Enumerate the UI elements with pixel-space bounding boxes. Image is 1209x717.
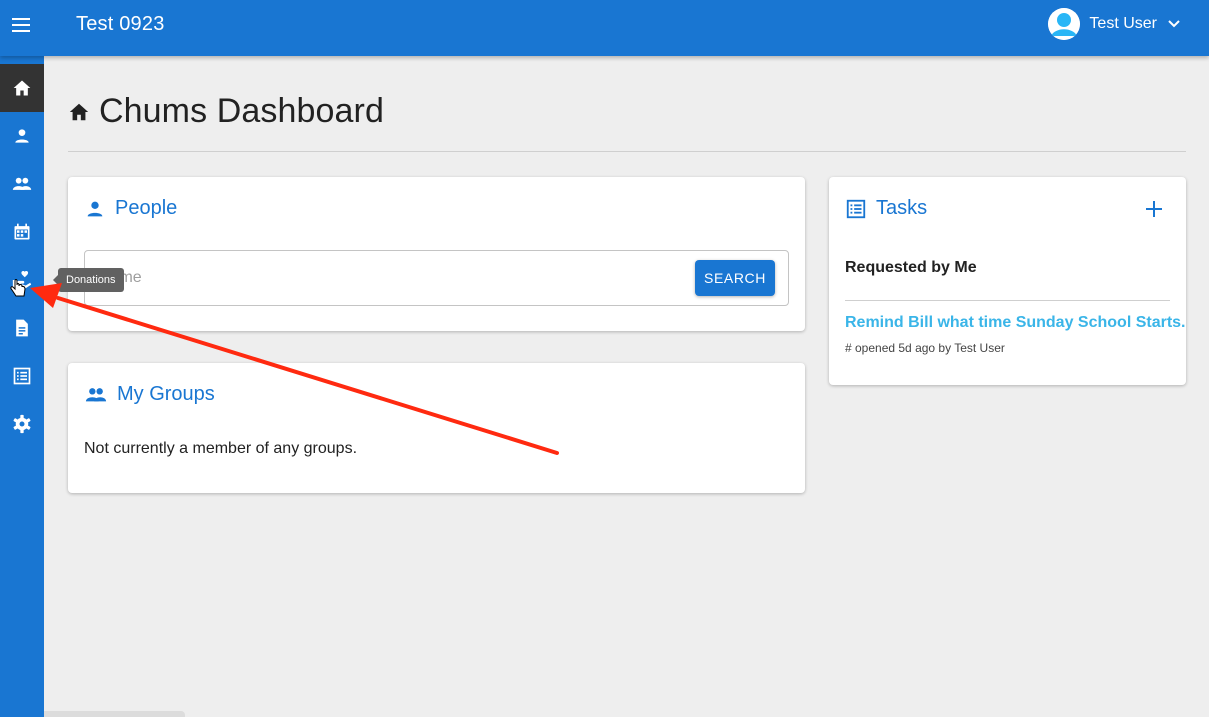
groups-icon (12, 177, 32, 190)
people-card: People SEARCH (68, 177, 805, 331)
home-icon (13, 80, 31, 96)
people-search-input[interactable] (99, 251, 689, 305)
sidebar-item-settings[interactable] (0, 400, 44, 448)
task-link[interactable]: Remind Bill what time Sunday School Star… (845, 314, 1186, 332)
groups-card-title: My Groups (117, 383, 215, 405)
sidebar-item-people[interactable] (0, 112, 44, 160)
user-avatar-icon (1048, 8, 1081, 40)
gear-icon (13, 414, 31, 434)
groups-icon (85, 387, 107, 401)
groups-card: My Groups Not currently a member of any … (68, 363, 805, 493)
app-title: Test 0923 (76, 13, 165, 35)
plus-icon (1146, 201, 1162, 217)
home-icon (69, 103, 89, 120)
menu-icon (12, 18, 30, 32)
user-menu[interactable]: Test User (1048, 8, 1181, 40)
groups-card-header: My Groups (84, 383, 215, 406)
person-icon (15, 129, 29, 143)
sidebar (0, 56, 44, 717)
people-card-title: People (115, 197, 178, 219)
user-name: Test User (1089, 15, 1157, 32)
sidebar-item-attendance[interactable] (0, 208, 44, 256)
header-divider (68, 151, 1186, 152)
person-icon (87, 201, 103, 216)
sidebar-item-groups[interactable] (0, 160, 44, 208)
groups-empty-message: Not currently a member of any groups. (84, 440, 358, 457)
list-icon (13, 367, 31, 385)
requested-by-me-heading: Requested by Me (845, 259, 977, 276)
people-search-box: SEARCH (84, 250, 789, 306)
sidebar-item-donations[interactable] (0, 256, 44, 304)
tasks-card-header: Tasks (845, 197, 927, 220)
document-icon (16, 319, 28, 337)
sidebar-item-forms[interactable] (0, 304, 44, 352)
search-button[interactable]: SEARCH (695, 260, 775, 296)
sidebar-item-tasks[interactable] (0, 352, 44, 400)
donations-icon (12, 271, 32, 289)
list-icon (846, 199, 866, 218)
top-app-bar: Test 0923 Test User (0, 0, 1209, 56)
tasks-card: Tasks Requested by Me Remind Bill what t… (829, 177, 1186, 385)
page-title: Chums Dashboard (99, 92, 384, 130)
chevron-down-icon (1168, 20, 1180, 28)
add-task-button[interactable] (1142, 197, 1166, 221)
tasks-divider (845, 300, 1170, 301)
tasks-card-title: Tasks (876, 197, 928, 219)
calendar-icon (14, 223, 30, 240)
donations-tooltip: Donations (53, 268, 124, 292)
people-card-header: People (84, 197, 177, 220)
sidebar-item-home[interactable] (0, 64, 44, 112)
menu-button[interactable] (6, 10, 36, 40)
page-header: Chums Dashboard (68, 92, 384, 131)
task-meta: # opened 5d ago by Test User (845, 341, 1005, 355)
